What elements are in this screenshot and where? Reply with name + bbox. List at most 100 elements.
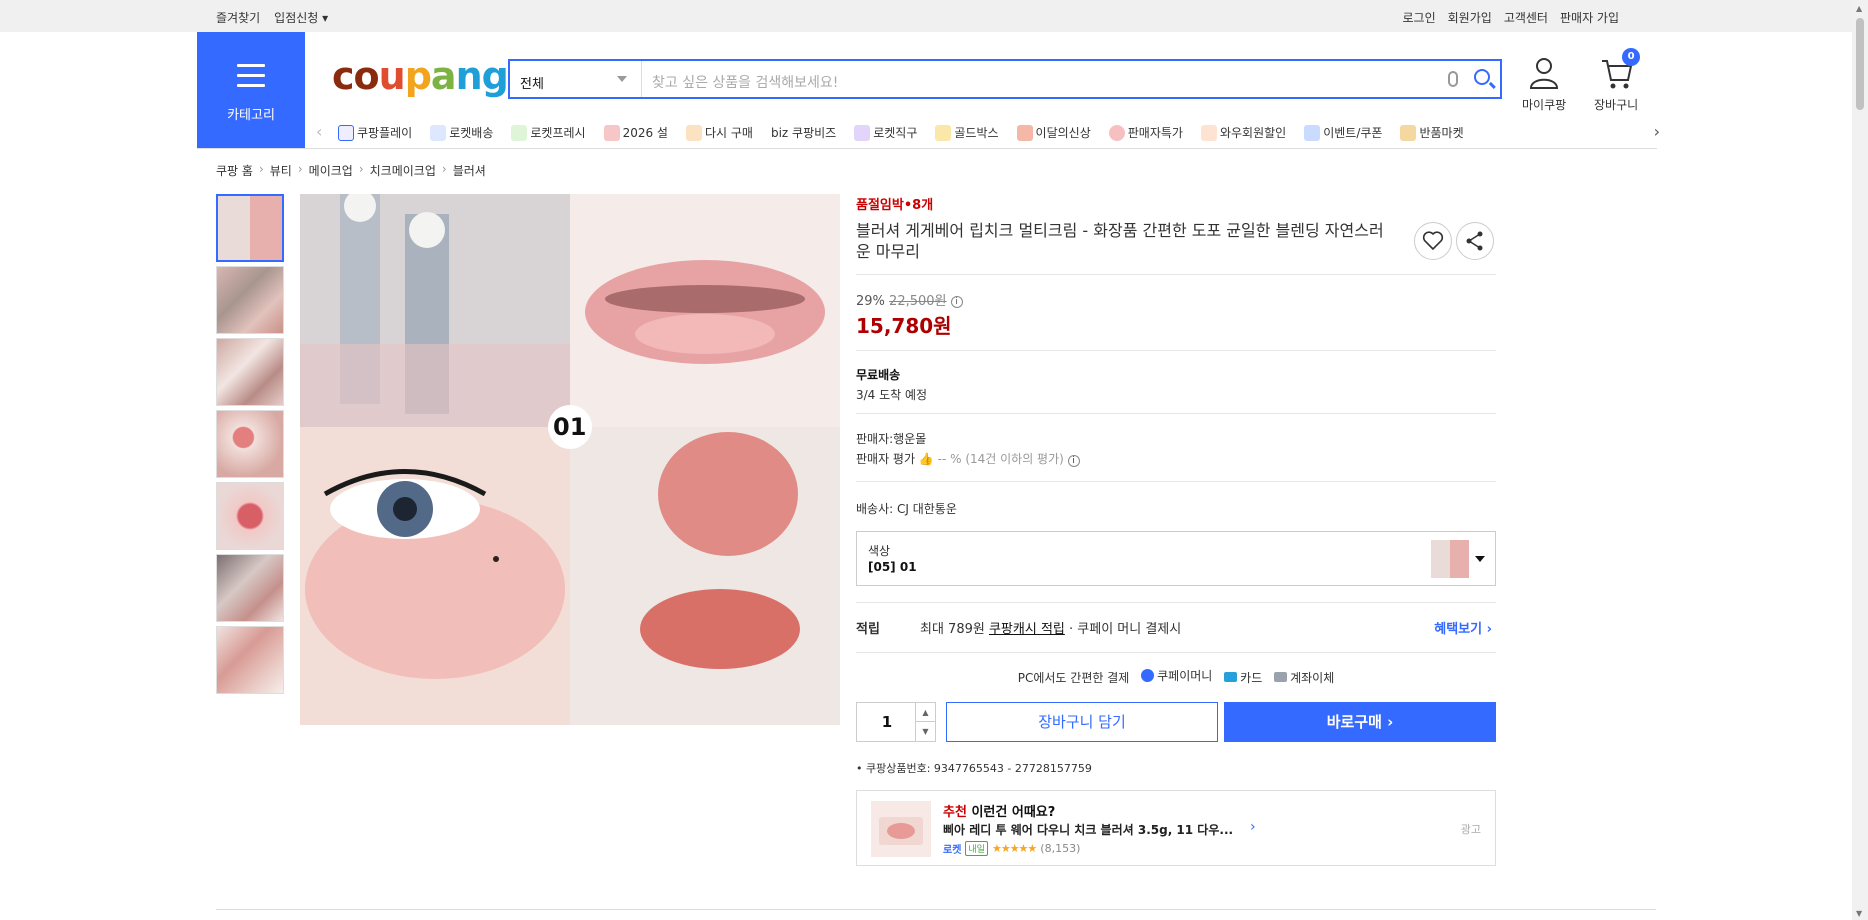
card-icon [1224,672,1238,682]
chevron-right-icon[interactable]: › [1250,819,1256,835]
buy-now-button[interactable]: 바로구매 › [1224,702,1496,742]
image-label: 01 [553,413,587,441]
hamburger-icon [237,64,265,94]
cart-icon: 0 [1600,48,1641,90]
shipping-title: 무료배송 [856,368,901,382]
option-select[interactable]: 색상 [05] 01 [856,531,1496,586]
bookmark-link[interactable]: 즐겨찾기 [216,9,260,26]
scroll-up-icon[interactable]: ▲ [1856,4,1862,13]
breadcrumb-item[interactable]: 메이크업 [309,162,353,179]
nav-prev-icon[interactable]: ‹ [316,122,322,141]
tomorrow-badge: 내일 [965,841,988,856]
share-button[interactable] [1456,222,1494,260]
divider [856,602,1496,603]
coupang-logo[interactable]: coupang [332,54,509,98]
seller-name[interactable]: 판매자:행운몰 [856,430,926,447]
nav-item[interactable]: 쿠팡플레이 [338,124,412,141]
customer-center-link[interactable]: 고객센터 [1504,9,1548,26]
microphone-icon[interactable] [1448,71,1458,87]
login-link[interactable]: 로그인 [1403,9,1436,26]
thumbnail[interactable] [216,194,284,262]
quantity-down-icon[interactable]: ▼ [915,722,935,741]
thumbs-up-icon: 👍 [918,452,934,466]
divider [856,413,1496,414]
nav-item[interactable]: 다시 구매 [685,124,753,141]
add-to-cart-button[interactable]: 장바구니 담기 [946,702,1218,742]
category-menu-button[interactable]: 카테고리 [197,32,305,149]
search-category-select[interactable]: 전체 [510,61,642,97]
thumbnail-list [216,194,284,698]
stock-notice: 품절임박•8개 [856,198,934,213]
nav-next-icon[interactable]: › [1654,122,1660,141]
seller-join-link[interactable]: 판매자 가입 [1560,9,1619,26]
share-icon [1466,231,1483,251]
divider [856,652,1496,653]
quantity-input[interactable]: 1 [857,713,917,731]
quantity-stepper: 1 ▲ ▼ [856,702,936,742]
wishlist-button[interactable] [1414,222,1452,260]
thumbnail[interactable] [216,554,284,622]
breadcrumb-item[interactable]: 뷰티 [270,162,292,179]
quantity-up-icon[interactable]: ▲ [915,703,935,722]
seller-rating: 판매자 평가 👍 -- % (14건 이하의 평가) i [856,450,1080,467]
info-icon[interactable]: i [1067,455,1080,467]
nav-item[interactable]: 로켓직구 [854,124,917,141]
seller-signup-dropdown[interactable]: 입점신청 ▾ [274,9,328,26]
product-number: • 쿠팡상품번호: 9347765543 - 27728157759 [856,762,1092,775]
rocket-badge: 로켓 [943,841,962,856]
nav-item[interactable]: 와우회원할인 [1200,124,1286,141]
divider [856,350,1496,351]
search-icon[interactable] [1474,69,1490,85]
option-label: 색상 [868,544,891,558]
mycoupang-button[interactable]: 마이쿠팡 [1522,56,1566,113]
nav-item[interactable]: 2026 설 [603,124,668,141]
payment-methods: PC에서도 간편한 결제 쿠페이머니 카드 계좌이체 [1017,669,1335,685]
nav-item[interactable]: 반품마켓 [1400,124,1464,141]
nav-item[interactable]: 이벤트/쿠폰 [1304,124,1382,141]
product-title: 블러셔 게게베어 립치크 멀티크림 - 화장품 간편한 도포 균일한 블렌딩 자… [856,221,1384,261]
nav-item[interactable]: 판매자특가 [1108,124,1183,141]
nav-item[interactable]: 로켓배송 [430,124,493,141]
category-nav: ‹ 쿠팡플레이 로켓배송 로켓프레시 2026 설 다시 구매 biz 쿠팡비즈… [312,118,1660,146]
chevron-down-icon [1475,556,1485,562]
reward-label: 적립 [856,622,880,637]
view-benefits-link[interactable]: 혜택보기 › [1434,618,1492,637]
breadcrumb-item[interactable]: 블러셔 [453,162,486,179]
user-icon [1528,56,1560,90]
breadcrumb-item[interactable]: 쿠팡 홈 [216,162,253,179]
recommendation-card[interactable]: 추천 이런건 어때요? 삐아 레디 투 웨어 다우니 치크 블러셔 3.5g, … [856,790,1496,866]
thumbnail[interactable] [216,626,284,694]
divider [197,148,1657,149]
thumbnail[interactable] [216,482,284,550]
product-main-image[interactable]: 01 [300,194,840,725]
bank-icon [1274,672,1288,682]
nav-item[interactable]: 골드박스 [935,124,999,141]
divider [856,481,1496,482]
thumbnail[interactable] [216,338,284,406]
divider [856,274,1496,275]
breadcrumb: 쿠팡 홈 › 뷰티 › 메이크업 › 치크메이크업 › 블러셔 [216,162,486,179]
scrollbar-thumb[interactable] [1856,18,1864,110]
divider [216,909,1656,910]
category-label: 카테고리 [227,108,275,123]
thumbnail[interactable] [216,410,284,478]
nav-item[interactable]: 이달의신상 [1016,124,1091,141]
shipping-eta: 3/4 도착 예정 [856,388,928,402]
breadcrumb-item[interactable]: 치크메이크업 [370,162,436,179]
search-input[interactable]: 찾고 싶은 상품을 검색해보세요! [652,72,838,92]
info-icon[interactable]: i [950,295,963,308]
product-info: 품절임박•8개 블러셔 게게베어 립치크 멀티크림 - 화장품 간편한 도포 균… [856,194,1496,866]
cart-button[interactable]: 0 장바구니 [1594,48,1641,113]
nav-item[interactable]: 로켓프레시 [511,124,586,141]
cart-count-badge: 0 [1622,48,1641,66]
signup-link[interactable]: 회원가입 [1448,9,1492,26]
carrier: 배송사: CJ 대한통운 [856,502,957,516]
ad-label: 광고 [1460,823,1481,836]
scroll-down-icon[interactable]: ▼ [1856,909,1862,918]
recommendation-image [871,801,931,857]
thumbnail[interactable] [216,266,284,334]
cash-reward-link[interactable]: 쿠팡캐시 적립 [989,622,1065,637]
scrollbar[interactable]: ▲ ▼ [1852,0,1868,920]
nav-item[interactable]: biz 쿠팡비즈 [771,124,836,141]
recommendation-title: 추천 이런건 어때요? [943,805,1056,820]
